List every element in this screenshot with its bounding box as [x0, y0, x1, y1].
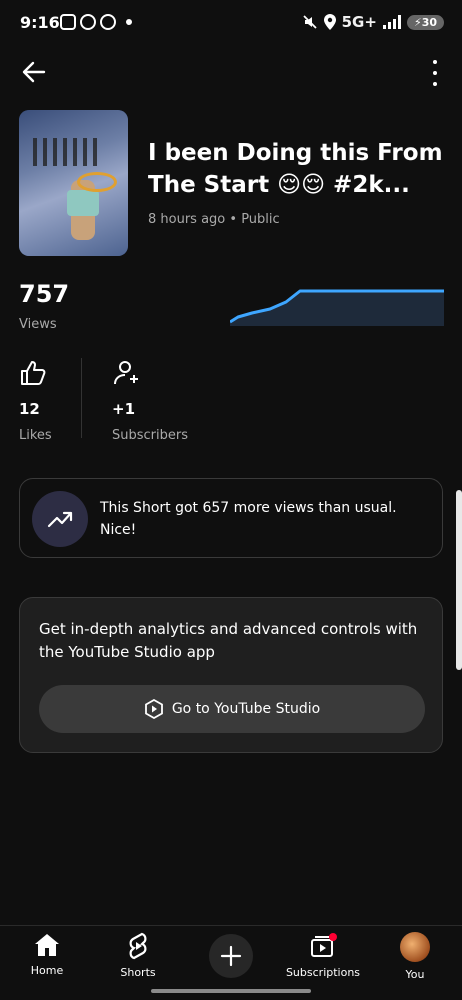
likes-label: Likes — [19, 428, 52, 443]
back-arrow-icon[interactable] — [20, 58, 48, 86]
add-person-icon — [114, 361, 138, 385]
location-icon — [323, 14, 336, 30]
shorts-icon — [129, 932, 147, 960]
views-label: Views — [19, 317, 57, 332]
go-to-studio-button[interactable]: Go to YouTube Studio — [39, 685, 425, 733]
studio-icon — [144, 699, 163, 719]
subscribers-label: Subscribers — [112, 428, 188, 443]
scroll-indicator — [456, 490, 462, 670]
notification-dot — [329, 933, 337, 941]
more-options-icon[interactable] — [430, 60, 440, 86]
subscribers-count: +1 — [112, 400, 136, 418]
likes-stat: 12 Likes — [19, 358, 52, 443]
studio-promo-text: Get in-depth analytics and advanced cont… — [39, 620, 418, 661]
system-icons: 5G+ ⚡30 — [302, 13, 444, 31]
insight-text: This Short got 657 more views than usual… — [100, 500, 397, 538]
status-bar: 9:16 5G+ ⚡30 — [0, 0, 462, 46]
likes-count: 12 — [19, 400, 40, 418]
nav-you-label: You — [405, 968, 425, 981]
nav-home-label: Home — [30, 964, 64, 977]
more-notifications-dot — [126, 19, 132, 25]
avatar — [400, 932, 430, 962]
video-thumbnail[interactable] — [19, 110, 128, 256]
chat-icon — [100, 14, 116, 30]
views-count: 757 — [19, 280, 70, 308]
nav-shorts[interactable]: Shorts — [93, 932, 183, 979]
stats-divider — [81, 358, 82, 438]
network-type: 5G+ — [341, 13, 377, 31]
video-title: I been Doing this From The Start 😌😌 #2k.… — [148, 140, 443, 198]
studio-promo-card: Get in-depth analytics and advanced cont… — [19, 597, 443, 753]
subscribers-stat: +1 Subscribers — [112, 358, 188, 443]
nav-you[interactable]: You — [370, 932, 460, 981]
twitch-icon — [60, 14, 76, 30]
views-sparkline — [230, 289, 444, 326]
video-meta: 8 hours ago • Public — [148, 212, 280, 227]
subscriptions-icon — [311, 933, 337, 957]
nav-home[interactable]: Home — [2, 932, 92, 977]
notification-icons — [60, 14, 132, 30]
views-insight-card: This Short got 657 more views than usual… — [19, 478, 443, 558]
go-to-studio-label: Go to YouTube Studio — [171, 701, 321, 717]
nav-subscriptions-label: Subscriptions — [285, 966, 361, 979]
signal-icon — [382, 15, 401, 29]
status-time: 9:16 — [20, 13, 60, 32]
thumbs-up-icon — [21, 361, 46, 385]
create-button[interactable] — [209, 934, 253, 978]
gesture-home-bar — [151, 989, 311, 993]
nav-shorts-label: Shorts — [120, 966, 156, 979]
tiktok-icon — [80, 14, 96, 30]
plus-icon — [220, 945, 242, 967]
trending-up-icon — [32, 491, 88, 547]
home-icon — [35, 934, 59, 956]
mute-icon — [302, 15, 317, 29]
nav-subscriptions[interactable]: Subscriptions — [278, 932, 368, 979]
battery-indicator: ⚡30 — [406, 14, 444, 30]
